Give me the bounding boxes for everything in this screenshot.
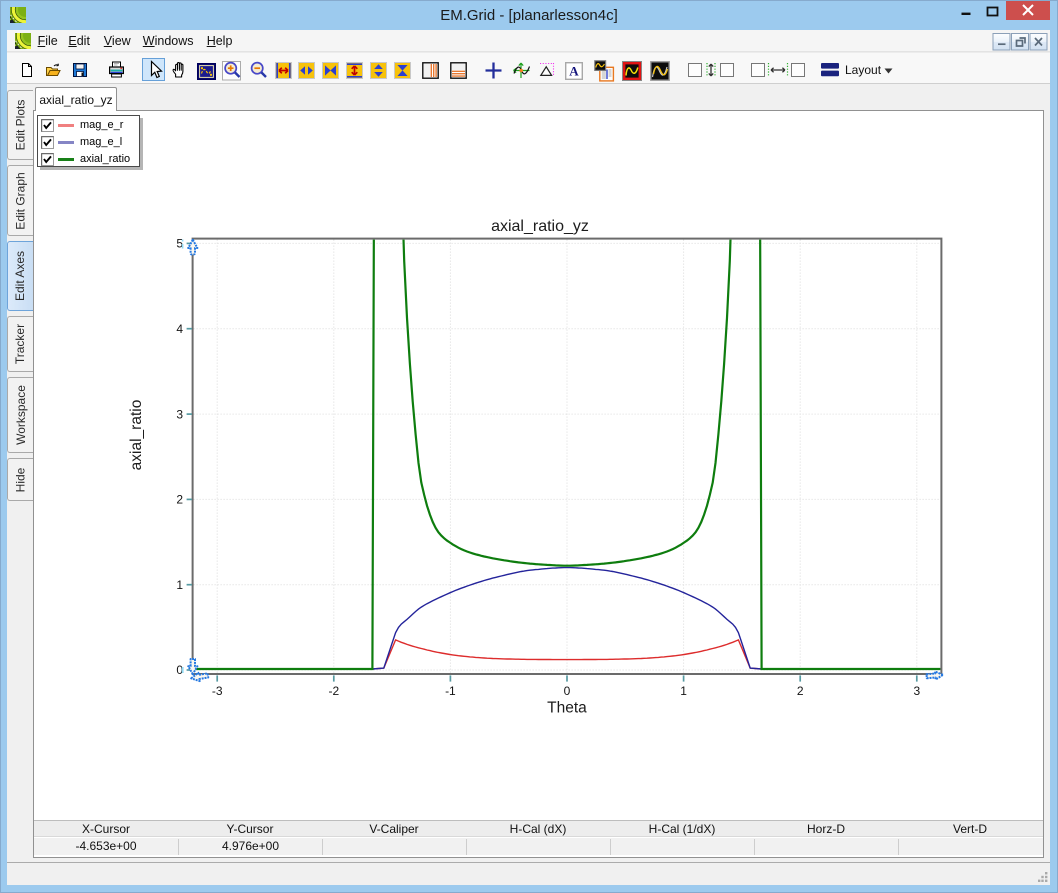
svg-text:4: 4 xyxy=(176,322,183,336)
svg-text:2: 2 xyxy=(797,684,804,698)
svg-text:axial_ratio: axial_ratio xyxy=(128,400,145,471)
svg-text:Theta: Theta xyxy=(547,700,587,717)
svg-text:3: 3 xyxy=(913,684,920,698)
svg-text:1: 1 xyxy=(176,578,183,592)
svg-text:2: 2 xyxy=(176,493,183,507)
svg-text:-1: -1 xyxy=(445,684,456,698)
svg-text:1: 1 xyxy=(680,684,687,698)
svg-text:3: 3 xyxy=(176,407,183,421)
svg-text:-2: -2 xyxy=(328,684,339,698)
svg-text:-3: -3 xyxy=(212,684,223,698)
svg-text:A: A xyxy=(569,63,579,78)
svg-text:axial_ratio_yz: axial_ratio_yz xyxy=(491,218,589,235)
svg-text:0: 0 xyxy=(564,684,571,698)
